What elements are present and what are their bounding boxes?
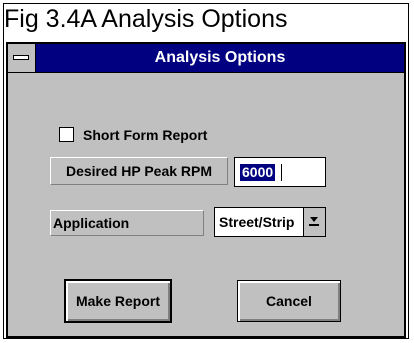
figure-caption: Fig 3.4A Analysis Options [4,5,288,33]
application-select[interactable]: Street/Strip [214,207,326,237]
application-selected-value: Street/Strip [219,214,295,230]
cancel-button[interactable]: Cancel [237,280,341,322]
analysis-options-dialog: Analysis Options Short Form Report Desir… [6,42,406,338]
desired-hp-peak-rpm-label: Desired HP Peak RPM [50,157,228,185]
application-dropdown-button[interactable] [303,208,325,236]
make-report-button[interactable]: Make Report [64,279,172,323]
short-form-report-checkbox[interactable] [59,127,74,142]
title-bar: Analysis Options [8,44,404,73]
dropdown-arrow-icon [310,217,318,222]
desired-hp-peak-rpm-input[interactable]: 6000 [234,157,326,187]
text-cursor [281,164,282,181]
system-menu-button[interactable] [8,44,36,72]
window-title: Analysis Options [154,49,286,66]
application-label: Application [50,210,204,236]
dropdown-arrow-underline [309,224,319,226]
short-form-report-label: Short Form Report [83,127,208,143]
system-menu-icon [13,55,29,60]
rpm-value-selected: 6000 [240,164,276,181]
